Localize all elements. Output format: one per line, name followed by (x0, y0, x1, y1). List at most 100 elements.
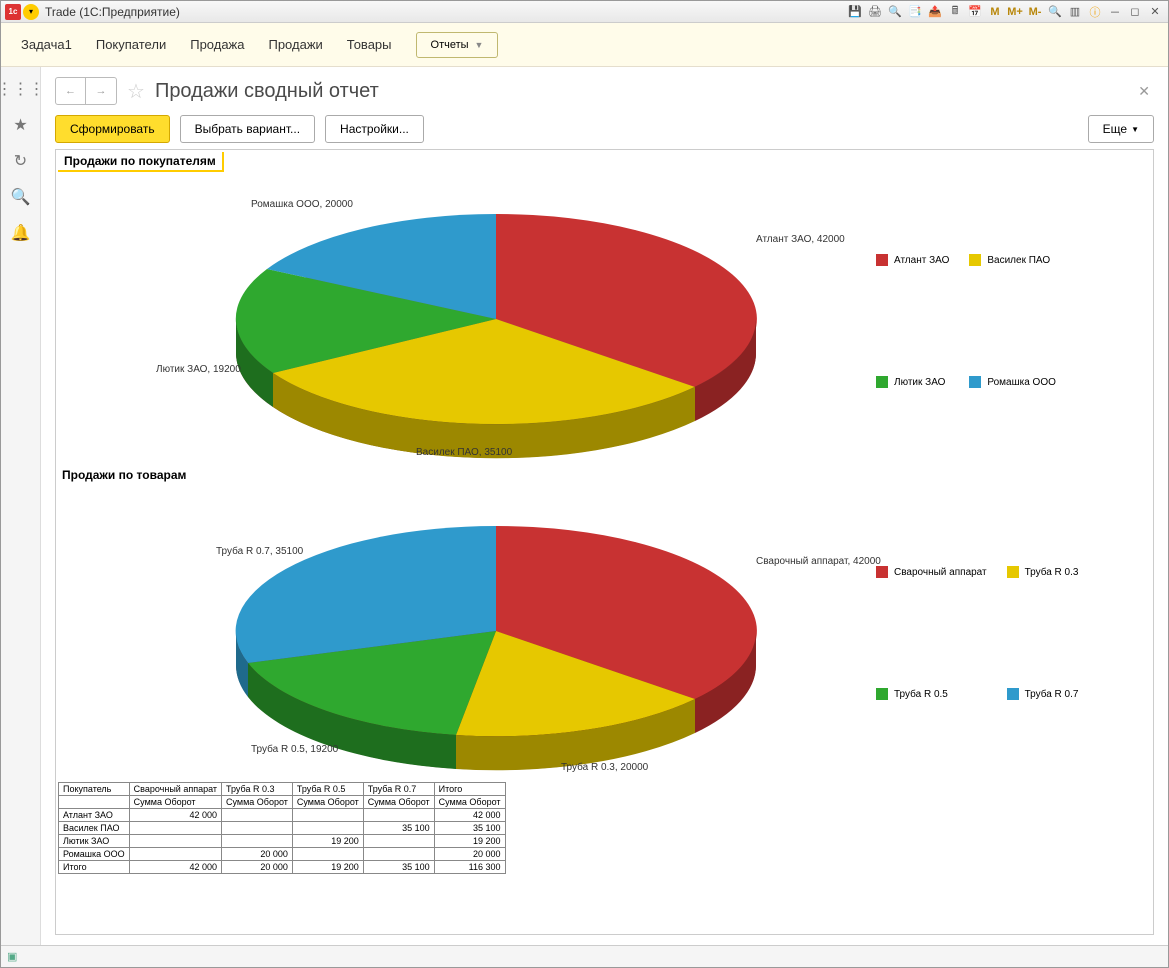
dropdown-icon[interactable]: ▾ (23, 4, 39, 20)
table-row: Василек ПАО35 10035 100 (59, 822, 506, 835)
cell-value: 20 000 (222, 848, 293, 861)
more-button[interactable]: Еще ▼ (1088, 115, 1154, 143)
menu-sales[interactable]: Продажи (268, 37, 322, 52)
cell-value (222, 835, 293, 848)
legend-label: Василек ПАО (987, 255, 1050, 266)
chart1-pie: Атлант ЗАО, 42000 Василек ПАО, 35100 Лют… (56, 174, 876, 464)
history-icon[interactable]: ↻ (11, 151, 31, 171)
nav-buttons: ← → (55, 77, 117, 105)
menu-sale[interactable]: Продажа (190, 37, 244, 52)
legend-swatch (876, 376, 888, 388)
toolbar: Сформировать Выбрать вариант... Настройк… (55, 115, 1154, 143)
compare-icon[interactable]: 📑 (906, 3, 924, 21)
favorite-star-icon[interactable]: ☆ (127, 79, 145, 104)
cell-value (129, 835, 221, 848)
more-label: Еще (1103, 122, 1127, 136)
menu-buyers[interactable]: Покупатели (96, 37, 166, 52)
legend-swatch (969, 376, 981, 388)
chart2-label-truba03: Труба R 0.3, 20000 (561, 762, 648, 773)
calc-icon[interactable]: 🖩 (946, 3, 964, 21)
cell-value: 35 100 (434, 822, 505, 835)
chart1-label-vasilek: Василек ПАО, 35100 (416, 447, 512, 458)
legend-label: Атлант ЗАО (894, 255, 949, 266)
titlebar: 1c ▾ Trade (1С:Предприятие) 💾 🖨 🔍 📑 📤 🖩 … (1, 1, 1168, 23)
cell-value: 19 200 (292, 835, 363, 848)
variant-button[interactable]: Выбрать вариант... (180, 115, 315, 143)
send-icon[interactable]: 📤 (926, 3, 944, 21)
legend-label: Труба R 0.3 (1025, 567, 1079, 578)
legend-swatch (1007, 688, 1019, 700)
report-area: Продажи по покупателям (55, 149, 1154, 935)
menubar: Задача1 Покупатели Продажа Продажи Товар… (1, 23, 1168, 67)
table-row: Атлант ЗАО42 00042 000 (59, 809, 506, 822)
cell-value: 20 000 (434, 848, 505, 861)
print-icon[interactable]: 🖨 (866, 3, 884, 21)
chart1-label-romashka: Ромашка ООО, 20000 (251, 199, 353, 210)
m-icon[interactable]: M (986, 3, 1004, 21)
cell-name: Атлант ЗАО (59, 809, 130, 822)
search-icon[interactable]: 🔍 (11, 187, 31, 207)
sidebar: ⋮⋮⋮ ★ ↻ 🔍 🔔 (1, 67, 41, 945)
th-sub: Сумма Оборот (222, 796, 293, 809)
cell-value: 35 100 (363, 861, 434, 874)
cell-value: 35 100 (363, 822, 434, 835)
app-icon: 1c (5, 4, 21, 20)
table-row: Итого42 00020 00019 20035 100116 300 (59, 861, 506, 874)
cell-value (363, 809, 434, 822)
data-table: Покупатель Сварочный аппарат Труба R 0.3… (58, 782, 506, 874)
chart2-pie: Сварочный аппарат, 42000 Труба R 0.3, 20… (56, 486, 876, 776)
legend-label: Труба R 0.5 (894, 689, 948, 700)
calendar-icon[interactable]: 📅 (966, 3, 984, 21)
save-icon[interactable]: 💾 (846, 3, 864, 21)
apps-icon[interactable]: ⋮⋮⋮ (11, 79, 31, 99)
nav-forward-icon[interactable]: → (86, 78, 116, 104)
titlebar-tools: 💾 🖨 🔍 📑 📤 🖩 📅 M M+ M- 🔍 ▥ ⓘ － ◻ ✕ (846, 3, 1164, 21)
close-page-icon[interactable]: ✕ (1134, 79, 1154, 104)
legend-label: Сварочный аппарат (894, 567, 987, 578)
chart2-label-truba05: Труба R 0.5, 19200 (251, 744, 338, 755)
chart1-title: Продажи по покупателям (58, 152, 224, 172)
legend-swatch (1007, 566, 1019, 578)
form-button[interactable]: Сформировать (55, 115, 170, 143)
cell-value (363, 848, 434, 861)
menu-goods[interactable]: Товары (347, 37, 392, 52)
chevron-down-icon: ▼ (475, 40, 484, 50)
cell-value: 116 300 (434, 861, 505, 874)
maximize-icon[interactable]: ◻ (1126, 3, 1144, 21)
cell-value: 19 200 (434, 835, 505, 848)
statusbar: ▣ (1, 945, 1168, 967)
th-sub: Сумма Оборот (363, 796, 434, 809)
m-minus-icon[interactable]: M- (1026, 3, 1044, 21)
th-sub: Сумма Оборот (434, 796, 505, 809)
cell-value (363, 835, 434, 848)
chart2-legend: Сварочный аппарат Труба R 0.3 Труба R 0.… (876, 486, 1078, 700)
m-plus-icon[interactable]: M+ (1006, 3, 1024, 21)
minimize-icon[interactable]: － (1106, 3, 1124, 21)
panes-icon[interactable]: ▥ (1066, 3, 1084, 21)
table-row: Лютик ЗАО19 20019 200 (59, 835, 506, 848)
menu-task[interactable]: Задача1 (21, 37, 72, 52)
th-sub: Сумма Оборот (292, 796, 363, 809)
star-icon[interactable]: ★ (11, 115, 31, 135)
legend-label: Труба R 0.7 (1025, 689, 1079, 700)
cell-value: 20 000 (222, 861, 293, 874)
info-icon[interactable]: ⓘ (1086, 3, 1104, 21)
cell-name: Итого (59, 861, 130, 874)
th-col: Труба R 0.7 (363, 783, 434, 796)
cell-value: 42 000 (129, 809, 221, 822)
page-header: ← → ☆ Продажи сводный отчет ✕ (55, 77, 1154, 105)
menu-reports-button[interactable]: Отчеты ▼ (416, 32, 499, 58)
zoom-in-icon[interactable]: 🔍 (1046, 3, 1064, 21)
close-window-icon[interactable]: ✕ (1146, 3, 1164, 21)
cell-value: 19 200 (292, 861, 363, 874)
table-row: Ромашка ООО20 00020 000 (59, 848, 506, 861)
menu-reports-label: Отчеты (431, 39, 469, 51)
cell-value (222, 809, 293, 822)
chart2-label-svaroch: Сварочный аппарат, 42000 (756, 556, 881, 567)
settings-button[interactable]: Настройки... (325, 115, 424, 143)
preview-icon[interactable]: 🔍 (886, 3, 904, 21)
chart2-title: Продажи по товарам (56, 464, 1153, 486)
bell-icon[interactable]: 🔔 (11, 223, 31, 243)
status-icon: ▣ (7, 950, 17, 963)
nav-back-icon[interactable]: ← (56, 78, 86, 104)
